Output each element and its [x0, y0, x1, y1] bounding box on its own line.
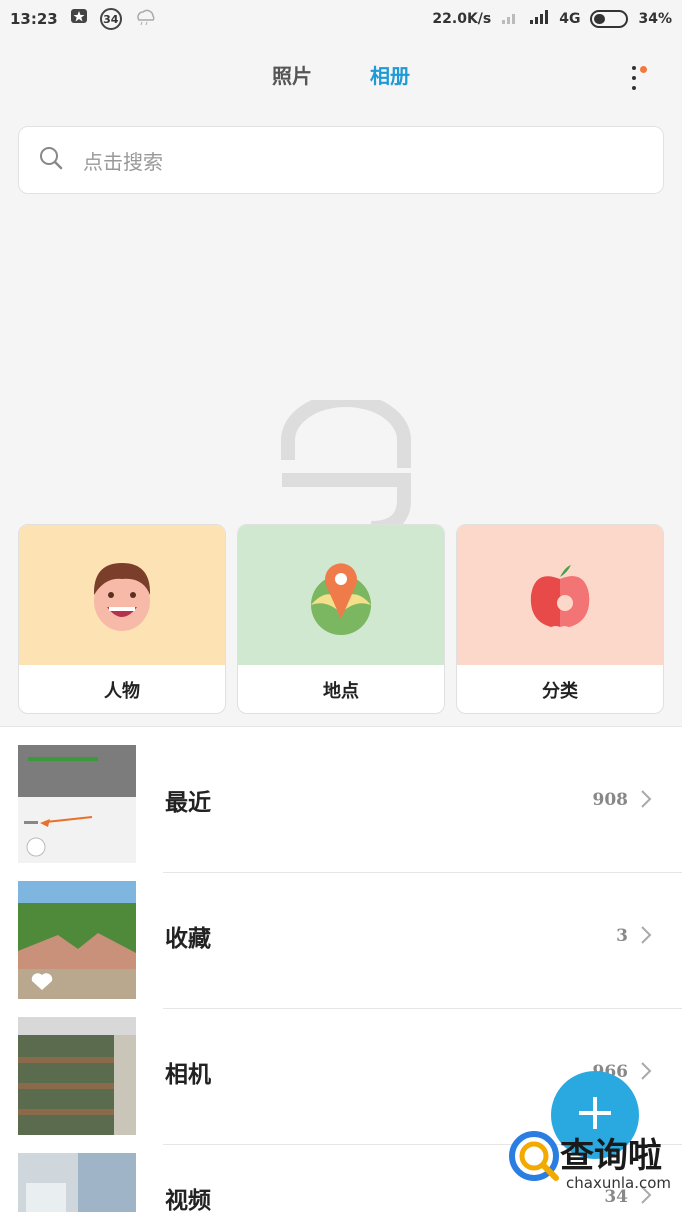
- search-icon: [39, 146, 63, 175]
- battery-level: 34%: [638, 11, 672, 27]
- album-row-recent[interactable]: 最近 908: [0, 727, 682, 863]
- apple-icon: [457, 525, 663, 665]
- search-placeholder: 点击搜索: [83, 149, 163, 174]
- watermark-logo-icon: [509, 1131, 559, 1181]
- chevron-right-icon: [640, 1061, 652, 1085]
- album-name: 收藏: [165, 925, 211, 952]
- notification-count-badge: 34: [99, 8, 122, 30]
- new-indicator-dot: [640, 66, 647, 73]
- album-name: 最近: [165, 789, 211, 816]
- weather-icon: [134, 8, 156, 30]
- signal-icon: [529, 9, 549, 29]
- chevron-right-icon: [640, 925, 652, 949]
- album-count: 908: [592, 790, 629, 810]
- tab-bar: 照片 相册: [0, 60, 682, 104]
- album-thumbnail: [18, 1017, 136, 1135]
- album-name: 相机: [165, 1061, 211, 1088]
- more-options-button[interactable]: [622, 66, 647, 96]
- category-card-people[interactable]: 人物: [18, 524, 226, 714]
- watermark-text: 查询啦: [560, 1136, 662, 1176]
- album-thumbnail: [18, 1153, 136, 1212]
- network-type: 4G: [559, 11, 581, 27]
- net-speed: 22.0K/s: [432, 11, 492, 27]
- location-icon: [238, 525, 444, 665]
- tab-albums[interactable]: 相册: [370, 60, 410, 104]
- category-label-places: 地点: [323, 681, 359, 702]
- album-thumbnail: [18, 881, 136, 999]
- site-watermark: 查询啦 chaxunla.com: [506, 1126, 682, 1212]
- category-cards: 人物 地点 分类: [18, 524, 664, 714]
- battery-icon: [590, 10, 629, 28]
- face-icon: [19, 525, 225, 665]
- album-count: 3: [616, 926, 628, 946]
- album-row-favorites[interactable]: 收藏 3: [0, 863, 682, 999]
- album-thumbnail: [18, 745, 136, 863]
- status-bar: 13:23 34 22.0K/s 4G 34%: [0, 0, 682, 38]
- app-notification-icon: [70, 8, 88, 30]
- search-bar[interactable]: 点击搜索: [18, 126, 664, 194]
- watermark-url: chaxunla.com: [566, 1174, 671, 1192]
- unlock-icon: [266, 393, 416, 535]
- signal-weak-icon: [501, 9, 519, 29]
- category-card-things[interactable]: 分类: [456, 524, 664, 714]
- category-label-things: 分类: [542, 681, 578, 702]
- chevron-right-icon: [640, 789, 652, 813]
- tab-photos[interactable]: 照片: [272, 60, 312, 104]
- album-name: 视频: [165, 1187, 211, 1212]
- more-icon: [632, 66, 636, 70]
- category-card-places[interactable]: 地点: [237, 524, 445, 714]
- clock: 13:23: [10, 10, 58, 28]
- category-label-people: 人物: [104, 681, 140, 702]
